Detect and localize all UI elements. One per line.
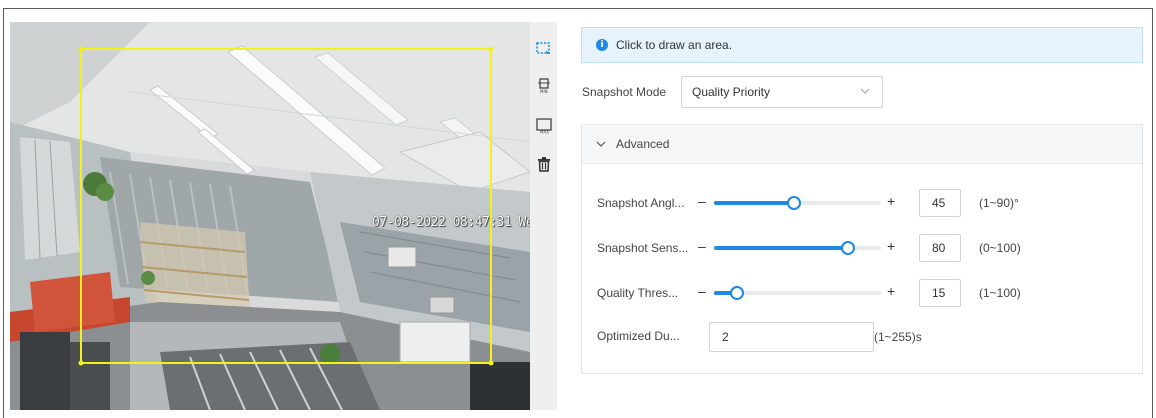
hint-banner: i Click to draw an area. <box>581 27 1143 63</box>
snapshot-sensitivity-range: (0~100) <box>979 241 1021 255</box>
advanced-panel: Advanced Snapshot Angl... – + 45 (1~90)°… <box>581 124 1143 374</box>
chevron-down-icon <box>860 88 870 94</box>
delete-icon[interactable] <box>533 153 555 175</box>
snapshot-mode-row: Snapshot Mode Quality Priority <box>582 76 883 108</box>
info-icon: i <box>596 39 608 51</box>
slider-handle[interactable] <box>840 241 855 255</box>
osd-timestamp: 07-08-2022 08:47:31 Wed <box>372 215 530 230</box>
video-preview[interactable]: 07-08-2022 08:47:31 Wed <box>10 22 530 410</box>
optimized-duration-range: (1~255)s <box>874 330 922 344</box>
snapshot-angle-range: (1~90)° <box>979 196 1019 210</box>
drawing-toolbar: MIN MAX <box>530 22 557 410</box>
optimized-duration-input[interactable]: 2 <box>709 322 874 352</box>
quality-threshold-input[interactable]: 15 <box>919 279 961 307</box>
snapshot-mode-select[interactable]: Quality Priority <box>681 76 883 108</box>
hint-text: Click to draw an area. <box>616 38 733 52</box>
max-size-icon[interactable]: MAX <box>533 115 555 137</box>
increase-button[interactable]: + <box>887 283 895 299</box>
decrease-button[interactable]: – <box>698 238 706 254</box>
quality-threshold-row: Quality Thres... – + 15 (1~100) <box>597 279 1137 307</box>
svg-text:MIN: MIN <box>540 89 548 94</box>
optimized-duration-row: Optimized Du... 2 (1~255)s <box>597 322 1137 352</box>
advanced-title: Advanced <box>616 137 670 151</box>
increase-button[interactable]: + <box>887 193 895 209</box>
quality-threshold-label: Quality Thres... <box>597 286 679 300</box>
increase-button[interactable]: + <box>887 238 895 254</box>
snapshot-sensitivity-label: Snapshot Sens... <box>597 241 689 255</box>
snapshot-mode-label: Snapshot Mode <box>582 85 667 99</box>
slider-handle[interactable] <box>730 286 745 300</box>
snapshot-sensitivity-input[interactable]: 80 <box>919 234 961 262</box>
snapshot-angle-label: Snapshot Angl... <box>597 196 685 210</box>
snapshot-angle-input[interactable]: 45 <box>919 189 961 217</box>
snapshot-angle-row: Snapshot Angl... – + 45 (1~90)° <box>597 189 1137 217</box>
snapshot-sensitivity-slider[interactable] <box>714 241 881 255</box>
optimized-duration-label: Optimized Du... <box>597 329 680 343</box>
quality-threshold-slider[interactable] <box>714 286 881 300</box>
snapshot-sensitivity-row: Snapshot Sens... – + 80 (0~100) <box>597 234 1137 262</box>
slider-handle[interactable] <box>787 196 802 210</box>
decrease-button[interactable]: – <box>698 193 706 209</box>
decrease-button[interactable]: – <box>698 283 706 299</box>
svg-text:MAX: MAX <box>540 130 549 135</box>
quality-threshold-range: (1~100) <box>979 286 1021 300</box>
snapshot-angle-slider[interactable] <box>714 196 881 210</box>
min-size-icon[interactable]: MIN <box>533 75 555 97</box>
chevron-down-icon <box>596 141 606 147</box>
draw-area-icon[interactable] <box>533 38 555 60</box>
snapshot-mode-value: Quality Priority <box>692 85 771 99</box>
advanced-header[interactable]: Advanced <box>582 125 1142 164</box>
